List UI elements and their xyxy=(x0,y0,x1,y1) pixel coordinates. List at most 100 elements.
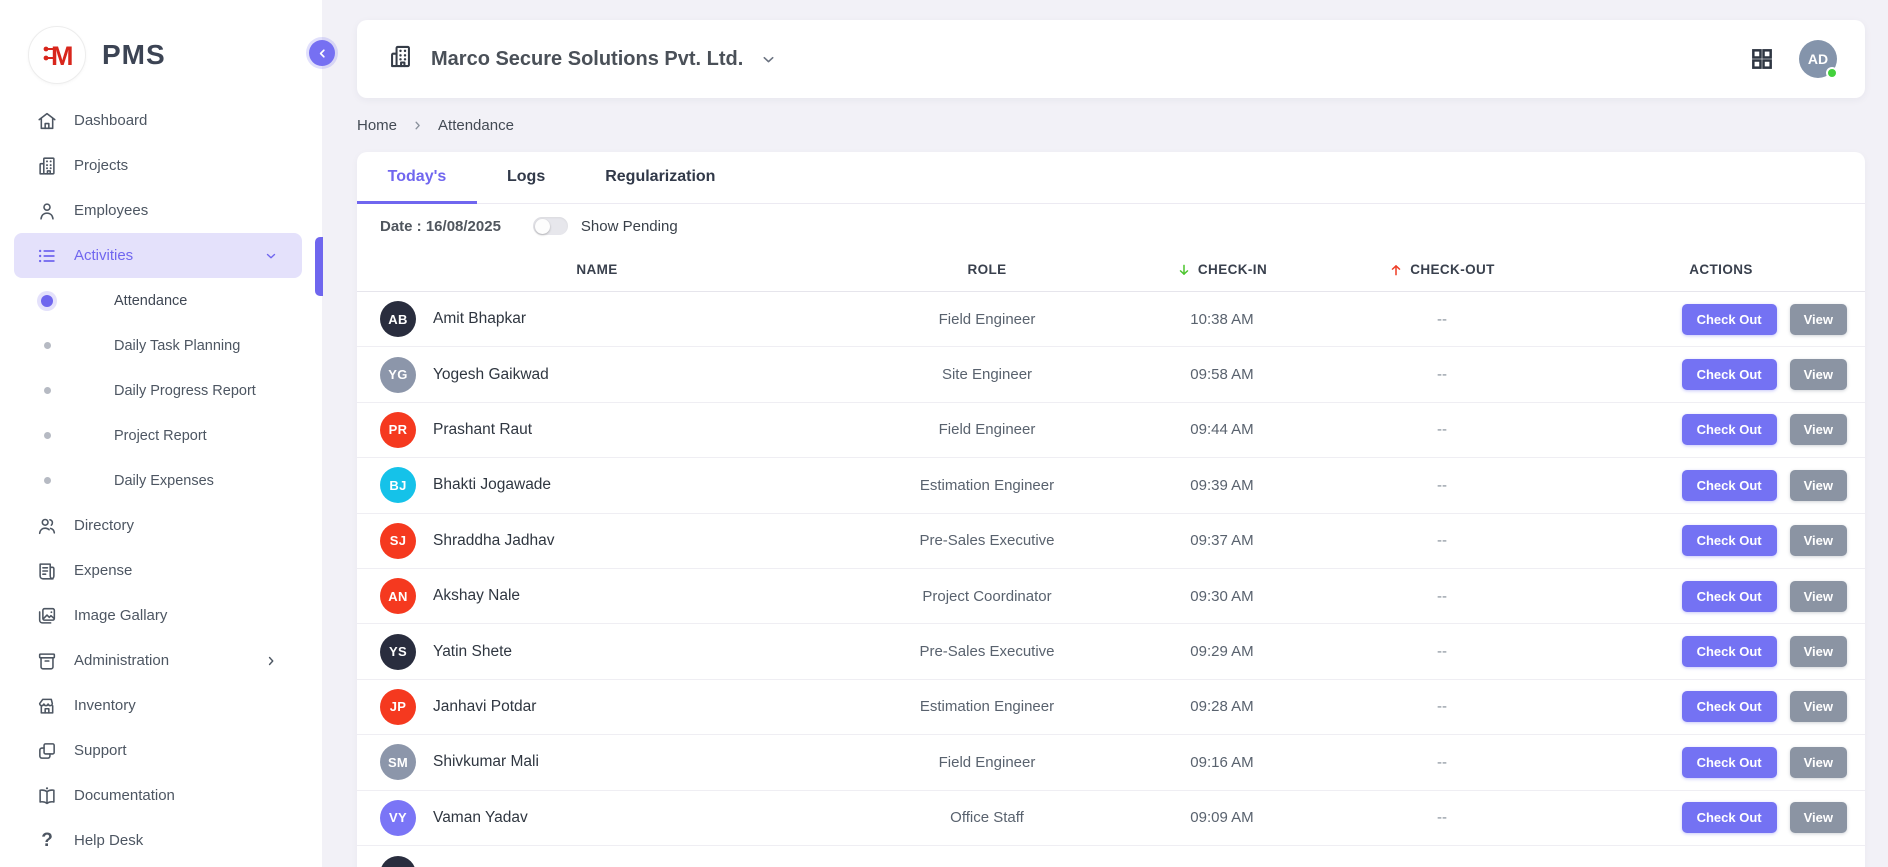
sidebar-item-support[interactable]: Support xyxy=(14,728,302,773)
active-dot-icon xyxy=(40,295,54,307)
check-out-time: -- xyxy=(1307,366,1577,383)
column-header-checkout[interactable]: CHECK-OUT xyxy=(1307,262,1577,277)
check-in-time: 09:29 AM xyxy=(1137,643,1307,660)
app-title: PMS xyxy=(102,39,166,71)
employee-name: Bhakti Jogawade xyxy=(433,476,551,494)
employee-name: Shivkumar Mali xyxy=(433,753,539,771)
column-header-checkin-label: CHECK-IN xyxy=(1198,262,1267,277)
table-row: SMShivkumar Mali Field Engineer 09:16 AM… xyxy=(357,735,1865,790)
sidebar-item-label: Support xyxy=(74,742,127,759)
sidebar: M PMS Dashboard Projects Employees xyxy=(0,0,322,867)
table-row: ABAmit Bhapkar Field Engineer 10:38 AM -… xyxy=(357,292,1865,347)
chevron-down-icon xyxy=(760,51,777,68)
sidebar-item-dashboard[interactable]: Dashboard xyxy=(14,98,302,143)
sidebar-item-activities[interactable]: Activities xyxy=(14,233,302,278)
building-icon xyxy=(36,155,58,177)
check-out-time: -- xyxy=(1307,809,1577,826)
sidebar-collapse-button[interactable] xyxy=(309,40,335,66)
view-button[interactable]: View xyxy=(1790,747,1847,778)
view-button[interactable]: View xyxy=(1790,636,1847,667)
check-out-button[interactable]: Check Out xyxy=(1682,802,1777,833)
table-row: ANAkshay Nale Project Coordinator 09:30 … xyxy=(357,569,1865,624)
sidebar-item-projects[interactable]: Projects xyxy=(14,143,302,188)
online-status-dot xyxy=(1826,67,1838,79)
sidebar-subitem-label: Daily Expenses xyxy=(114,473,214,489)
tab-regularization[interactable]: Regularization xyxy=(575,152,745,204)
column-header-checkin[interactable]: CHECK-IN xyxy=(1137,262,1307,277)
top-header: Marco Secure Solutions Pvt. Ltd. AD xyxy=(357,20,1865,98)
check-out-button[interactable]: Check Out xyxy=(1682,359,1777,390)
view-button[interactable]: View xyxy=(1790,802,1847,833)
check-out-button[interactable]: Check Out xyxy=(1682,636,1777,667)
avatar: AN xyxy=(380,578,416,614)
check-in-time: 09:16 AM xyxy=(1137,754,1307,771)
tab-logs[interactable]: Logs xyxy=(477,152,575,204)
sidebar-item-label: Projects xyxy=(74,157,128,174)
check-out-button[interactable]: Check Out xyxy=(1682,747,1777,778)
check-out-button[interactable]: Check Out xyxy=(1682,470,1777,501)
check-out-button[interactable]: Check Out xyxy=(1682,581,1777,612)
sidebar-subitem-daily-expenses[interactable]: Daily Expenses xyxy=(0,458,322,503)
view-button[interactable]: View xyxy=(1790,470,1847,501)
chevron-left-icon xyxy=(316,47,329,60)
view-button[interactable]: View xyxy=(1790,304,1847,335)
check-out-button[interactable]: Check Out xyxy=(1682,414,1777,445)
user-avatar[interactable]: AD xyxy=(1799,40,1837,78)
sidebar-item-documentation[interactable]: Documentation xyxy=(14,773,302,818)
view-button[interactable]: View xyxy=(1790,414,1847,445)
header-actions: AD xyxy=(1749,40,1837,78)
company-name: Marco Secure Solutions Pvt. Ltd. xyxy=(431,48,743,71)
check-out-button[interactable]: Check Out xyxy=(1682,525,1777,556)
apps-grid-button[interactable] xyxy=(1749,46,1775,72)
view-button[interactable]: View xyxy=(1790,581,1847,612)
logo-mark-icon: M xyxy=(28,26,86,84)
sidebar-subitem-daily-task-planning[interactable]: Daily Task Planning xyxy=(0,323,322,368)
sidebar-item-label: Administration xyxy=(74,652,169,669)
sidebar-item-directory[interactable]: Directory xyxy=(14,503,302,548)
show-pending-toggle[interactable] xyxy=(533,217,568,235)
chevron-right-icon xyxy=(264,654,278,668)
employee-role: Pre-Sales Executive xyxy=(837,532,1137,549)
employee-name: Yogesh Gaikwad xyxy=(433,366,549,384)
check-out-button[interactable]: Check Out xyxy=(1682,304,1777,335)
dot-icon xyxy=(40,387,54,394)
sidebar-item-employees[interactable]: Employees xyxy=(14,188,302,233)
avatar: YG xyxy=(380,357,416,393)
column-header-role: ROLE xyxy=(837,262,1137,277)
employee-role: Pre-Sales Executive xyxy=(837,643,1137,660)
table-row-partial xyxy=(357,846,1865,867)
sidebar-subitem-attendance[interactable]: Attendance xyxy=(0,278,322,323)
employee-name: Akshay Nale xyxy=(433,587,520,605)
sidebar-item-administration[interactable]: Administration xyxy=(14,638,302,683)
tab-todays[interactable]: Today's xyxy=(357,152,477,204)
breadcrumb: Home Attendance xyxy=(357,112,514,138)
view-button[interactable]: View xyxy=(1790,359,1847,390)
breadcrumb-home[interactable]: Home xyxy=(357,117,397,134)
check-out-time: -- xyxy=(1307,643,1577,660)
check-out-button[interactable]: Check Out xyxy=(1682,691,1777,722)
sidebar-item-expense[interactable]: Expense xyxy=(14,548,302,593)
archive-box-icon xyxy=(36,650,58,672)
employee-role: Estimation Engineer xyxy=(837,477,1137,494)
column-header-name: NAME xyxy=(357,262,837,277)
sidebar-subitem-daily-progress-report[interactable]: Daily Progress Report xyxy=(0,368,322,413)
check-in-time: 10:38 AM xyxy=(1137,311,1307,328)
view-button[interactable]: View xyxy=(1790,525,1847,556)
image-icon xyxy=(36,605,58,627)
table-row: VYVaman Yadav Office Staff 09:09 AM -- C… xyxy=(357,791,1865,846)
employee-name: Amit Bhapkar xyxy=(433,310,526,328)
check-in-time: 09:09 AM xyxy=(1137,809,1307,826)
view-button[interactable]: View xyxy=(1790,691,1847,722)
check-out-time: -- xyxy=(1307,477,1577,494)
attendance-panel: Today's Logs Regularization Date : 16/08… xyxy=(357,152,1865,867)
company-selector[interactable]: Marco Secure Solutions Pvt. Ltd. xyxy=(387,43,777,75)
dot-icon xyxy=(40,432,54,439)
avatar: AB xyxy=(380,301,416,337)
sidebar-item-help-desk[interactable]: ? Help Desk xyxy=(14,818,302,863)
sidebar-subitem-project-report[interactable]: Project Report xyxy=(0,413,322,458)
sidebar-item-inventory[interactable]: Inventory xyxy=(14,683,302,728)
invoice-icon xyxy=(36,560,58,582)
employee-role: Office Staff xyxy=(837,809,1137,826)
sidebar-item-image-gallary[interactable]: Image Gallary xyxy=(14,593,302,638)
users-icon xyxy=(36,515,58,537)
